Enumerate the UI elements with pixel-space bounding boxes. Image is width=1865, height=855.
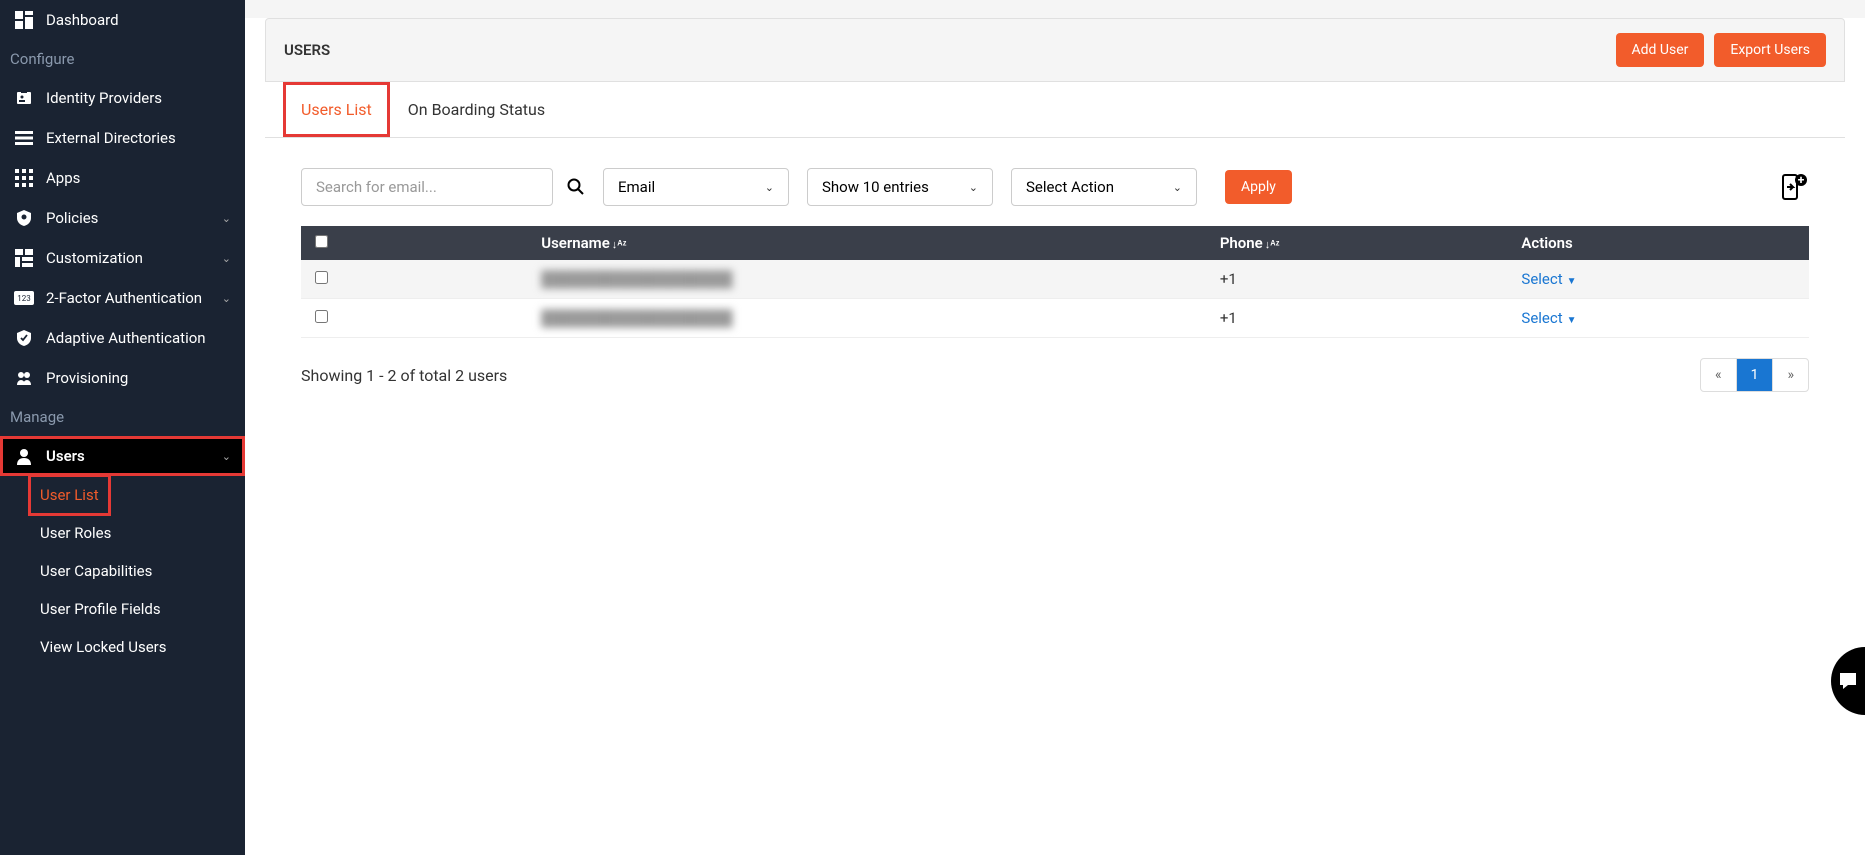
tabs: Users List On Boarding Status bbox=[265, 82, 1845, 138]
apply-button[interactable]: Apply bbox=[1225, 170, 1292, 204]
sidebar-item-label: Apps bbox=[46, 169, 231, 187]
table-footer: Showing 1 - 2 of total 2 users « 1 » bbox=[265, 338, 1845, 412]
row-checkbox[interactable] bbox=[315, 271, 328, 284]
panel-header: USERS Add User Export Users bbox=[265, 18, 1845, 82]
chevron-down-icon: ⌄ bbox=[1173, 181, 1182, 194]
sidebar-item-apps[interactable]: Apps bbox=[0, 158, 245, 198]
sidebar-item-label: Provisioning bbox=[46, 369, 231, 387]
shield-check-icon bbox=[14, 328, 34, 348]
field-dropdown[interactable]: Email ⌄ bbox=[603, 168, 789, 206]
search-input[interactable] bbox=[301, 168, 553, 206]
sidebar-sub-user-profile-fields[interactable]: User Profile Fields bbox=[0, 590, 245, 628]
svg-text:+: + bbox=[1798, 173, 1805, 187]
sidebar-item-customization[interactable]: Customization ⌄ bbox=[0, 238, 245, 278]
sidebar-item-label: Dashboard bbox=[46, 11, 231, 29]
chevron-down-icon: ⌄ bbox=[765, 181, 774, 194]
pagination-page-1[interactable]: 1 bbox=[1737, 359, 1774, 391]
row-action-select[interactable]: Select▼ bbox=[1521, 270, 1576, 288]
shield-icon bbox=[14, 208, 34, 228]
sidebar-sub-user-capabilities[interactable]: User Capabilities bbox=[0, 552, 245, 590]
sidebar-item-dashboard[interactable]: Dashboard bbox=[0, 0, 245, 40]
sidebar-item-external-directories[interactable]: External Directories bbox=[0, 118, 245, 158]
sidebar-item-provisioning[interactable]: Provisioning bbox=[0, 358, 245, 398]
row-checkbox[interactable] bbox=[315, 310, 328, 323]
user-icon bbox=[14, 446, 34, 466]
sidebar-item-users[interactable]: Users ⌄ bbox=[0, 436, 245, 476]
chevron-down-icon: ⌄ bbox=[222, 252, 231, 265]
sort-icon: ↓ᴬᶻ bbox=[1265, 238, 1280, 251]
grid-icon bbox=[14, 168, 34, 188]
sidebar: Dashboard Configure Identity Providers E… bbox=[0, 0, 245, 855]
pagination: « 1 » bbox=[1700, 358, 1809, 392]
username-cell: ██████████████████ bbox=[541, 270, 732, 288]
column-header-phone[interactable]: Phone↓ᴬᶻ bbox=[1206, 226, 1508, 260]
action-dropdown[interactable]: Select Action ⌄ bbox=[1011, 168, 1197, 206]
sidebar-sub-user-roles[interactable]: User Roles bbox=[0, 514, 245, 552]
123-icon: 123 bbox=[14, 288, 34, 308]
sidebar-section-manage: Manage bbox=[0, 398, 245, 436]
users-sync-icon bbox=[14, 368, 34, 388]
sidebar-item-2fa[interactable]: 123 2-Factor Authentication ⌄ bbox=[0, 278, 245, 318]
sidebar-sub-view-locked-users[interactable]: View Locked Users bbox=[0, 628, 245, 666]
result-count: Showing 1 - 2 of total 2 users bbox=[301, 366, 1700, 385]
entries-dropdown[interactable]: Show 10 entries ⌄ bbox=[807, 168, 993, 206]
sidebar-sub-user-list[interactable]: User List bbox=[30, 476, 109, 514]
users-table: Username↓ᴬᶻ Phone↓ᴬᶻ Actions ███████████… bbox=[301, 226, 1809, 338]
blocks-icon bbox=[14, 248, 34, 268]
sidebar-item-label: Identity Providers bbox=[46, 89, 231, 107]
row-action-select[interactable]: Select▼ bbox=[1521, 309, 1576, 327]
sidebar-item-adaptive-auth[interactable]: Adaptive Authentication bbox=[0, 318, 245, 358]
caret-down-icon: ▼ bbox=[1567, 315, 1577, 326]
chat-widget[interactable] bbox=[1831, 647, 1865, 715]
sidebar-item-label: 2-Factor Authentication bbox=[46, 289, 222, 307]
id-badge-icon bbox=[14, 88, 34, 108]
phone-cell: +1 bbox=[1206, 260, 1508, 299]
add-user-button[interactable]: Add User bbox=[1616, 33, 1705, 67]
tab-onboarding-status[interactable]: On Boarding Status bbox=[390, 82, 563, 137]
phone-cell: +1 bbox=[1206, 299, 1508, 338]
search-icon[interactable] bbox=[567, 178, 585, 196]
svg-text:123: 123 bbox=[17, 294, 31, 303]
table-row: ██████████████████ +1 Select▼ bbox=[301, 260, 1809, 299]
dashboard-icon bbox=[14, 10, 34, 30]
sidebar-section-configure: Configure bbox=[0, 40, 245, 78]
column-header-username[interactable]: Username↓ᴬᶻ bbox=[527, 226, 1206, 260]
filter-bar: Email ⌄ Show 10 entries ⌄ Select Action … bbox=[265, 138, 1845, 226]
import-icon[interactable]: + bbox=[1779, 172, 1809, 202]
chevron-down-icon: ⌄ bbox=[222, 450, 231, 463]
page-title: USERS bbox=[284, 41, 1606, 59]
pagination-next[interactable]: » bbox=[1773, 359, 1808, 391]
main-content: USERS Add User Export Users Users List O… bbox=[245, 0, 1865, 855]
sort-icon: ↓ᴬᶻ bbox=[612, 238, 627, 251]
username-cell: ██████████████████ bbox=[541, 309, 732, 327]
chevron-down-icon: ⌄ bbox=[969, 181, 978, 194]
select-all-checkbox[interactable] bbox=[315, 235, 328, 248]
chevron-down-icon: ⌄ bbox=[222, 212, 231, 225]
sidebar-item-label: Policies bbox=[46, 209, 222, 227]
table-row: ██████████████████ +1 Select▼ bbox=[301, 299, 1809, 338]
chevron-down-icon: ⌄ bbox=[222, 292, 231, 305]
list-icon bbox=[14, 128, 34, 148]
column-header-actions: Actions bbox=[1507, 226, 1809, 260]
caret-down-icon: ▼ bbox=[1567, 276, 1577, 287]
sidebar-item-label: External Directories bbox=[46, 129, 231, 147]
sidebar-item-policies[interactable]: Policies ⌄ bbox=[0, 198, 245, 238]
pagination-prev[interactable]: « bbox=[1701, 359, 1737, 391]
export-users-button[interactable]: Export Users bbox=[1714, 33, 1826, 67]
sidebar-item-identity-providers[interactable]: Identity Providers bbox=[0, 78, 245, 118]
sidebar-item-label: Adaptive Authentication bbox=[46, 329, 231, 347]
sidebar-item-label: Customization bbox=[46, 249, 222, 267]
sidebar-item-label: Users bbox=[46, 447, 222, 465]
tab-users-list[interactable]: Users List bbox=[283, 82, 390, 137]
